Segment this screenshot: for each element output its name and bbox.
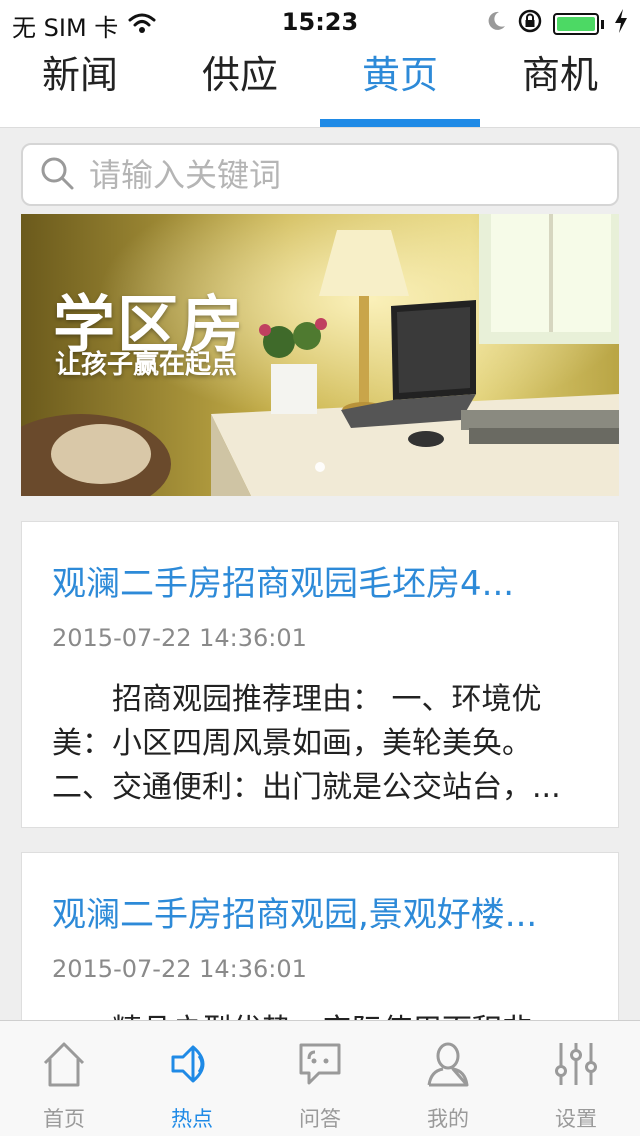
speaker-icon bbox=[169, 1039, 215, 1093]
carousel-page-indicator[interactable] bbox=[315, 462, 325, 472]
tab-news[interactable]: 新闻 bbox=[0, 40, 160, 127]
moon-icon bbox=[485, 10, 507, 38]
search-input[interactable] bbox=[89, 155, 609, 194]
article-title[interactable]: 观澜二手房招商观园,景观好楼... bbox=[52, 887, 588, 943]
rotation-lock-icon bbox=[517, 8, 543, 40]
article-date: 2015-07-22 14:36:01 bbox=[52, 624, 307, 652]
tab-business[interactable]: 商机 bbox=[480, 40, 640, 127]
tab-settings[interactable]: 设置 bbox=[512, 1021, 640, 1136]
article-card[interactable]: 观澜二手房招商观园毛坯房4... 2015-07-22 14:36:01 招商观… bbox=[21, 521, 619, 828]
battery-tip bbox=[601, 19, 604, 29]
article-title[interactable]: 观澜二手房招商观园毛坯房4... bbox=[52, 556, 588, 612]
tab-hot[interactable]: 热点 bbox=[128, 1021, 256, 1136]
category-tabs: 新闻 供应 黄页 商机 bbox=[0, 40, 640, 128]
status-bar: 无 SIM 卡 15:23 bbox=[0, 0, 640, 42]
article-excerpt: 招商观园推荐理由： 一、环境优美：小区四周风景如画，美轮美奂。二、交通便利：出门… bbox=[52, 682, 561, 805]
tab-mine[interactable]: 我的 bbox=[384, 1021, 512, 1136]
tab-home-label: 首页 bbox=[43, 1107, 85, 1131]
tab-qa-label: 问答 bbox=[299, 1107, 341, 1131]
battery-icon bbox=[553, 13, 599, 35]
promo-banner[interactable]: 学区房 让孩子赢在起点 bbox=[21, 214, 619, 496]
tab-home[interactable]: 首页 bbox=[0, 1021, 128, 1136]
tab-mine-label: 我的 bbox=[427, 1107, 469, 1131]
bottom-tab-bar: 首页 热点 问答 我的 设置 bbox=[0, 1020, 640, 1136]
article-date: 2015-07-22 14:36:01 bbox=[52, 955, 307, 983]
search-bar[interactable] bbox=[21, 143, 619, 206]
status-icons bbox=[485, 8, 628, 40]
banner-subline: 让孩子赢在起点 bbox=[55, 350, 238, 380]
tab-settings-label: 设置 bbox=[555, 1107, 597, 1131]
home-icon bbox=[41, 1039, 87, 1093]
tab-yellow-pages[interactable]: 黄页 bbox=[320, 40, 480, 127]
user-icon bbox=[425, 1039, 471, 1093]
search-icon bbox=[39, 155, 75, 195]
tab-supply[interactable]: 供应 bbox=[160, 40, 320, 127]
tab-hot-label: 热点 bbox=[171, 1107, 213, 1131]
charging-icon bbox=[614, 9, 628, 39]
chat-bubble-icon bbox=[297, 1039, 343, 1093]
sliders-icon bbox=[553, 1039, 599, 1093]
tab-qa[interactable]: 问答 bbox=[256, 1021, 384, 1136]
